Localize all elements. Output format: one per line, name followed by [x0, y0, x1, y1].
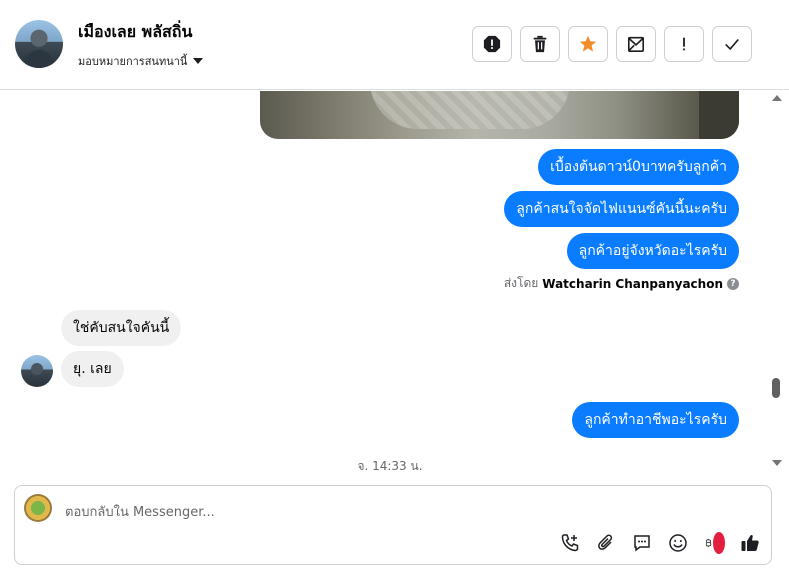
- done-check-icon: [725, 38, 739, 51]
- mark-done-button[interactable]: [712, 26, 752, 62]
- report-spam-button[interactable]: [472, 26, 512, 62]
- chat-bubble-icon: [634, 535, 650, 552]
- phone-add-icon: [561, 534, 579, 552]
- chat-scrollbar[interactable]: [771, 91, 783, 471]
- sent-by-name: Watcharin Chanpanyachon: [542, 276, 723, 291]
- follow-up-icon: [683, 37, 685, 51]
- incoming-message[interactable]: ยุ. เลย: [61, 351, 124, 387]
- star-button[interactable]: [568, 26, 608, 62]
- message-thread: เบื้องต้นดาวน์0บาทครับลูกค้า ลูกค้าสนใจจ…: [0, 91, 789, 480]
- assign-label: มอบหมายการสนทนานี้: [78, 55, 188, 68]
- message-timestamp: จ. 14:33 น.: [357, 459, 423, 473]
- follow-up-button[interactable]: [664, 26, 704, 62]
- mark-unread-button[interactable]: [616, 26, 656, 62]
- page-avatar: [24, 494, 52, 522]
- scroll-down-arrow-icon[interactable]: [772, 460, 782, 466]
- scrollbar-thumb[interactable]: [772, 378, 780, 398]
- call-button[interactable]: [559, 532, 581, 554]
- conversation-header: เมืองเลย พลัสถิ่น มอบหมายการสนทนานี้: [0, 0, 789, 90]
- caret-down-icon: [193, 58, 204, 64]
- outgoing-message[interactable]: ลูกค้าอยู่จังหวัดอะไรครับ: [566, 233, 739, 269]
- conversation-toolbar: [472, 26, 752, 62]
- contact-avatar-small: [21, 355, 53, 387]
- attached-photo[interactable]: [260, 91, 739, 139]
- help-icon[interactable]: ?: [727, 277, 739, 290]
- emoji-button[interactable]: [667, 532, 689, 554]
- contact-avatar[interactable]: [15, 20, 63, 68]
- sent-by-prefix: ส่งโดย: [503, 276, 539, 290]
- outgoing-message[interactable]: เบื้องต้นดาวน์0บาทครับลูกค้า: [538, 149, 739, 185]
- star-icon: [579, 35, 597, 52]
- baht-icon: [706, 538, 712, 548]
- attach-button[interactable]: [595, 532, 617, 554]
- scroll-up-arrow-icon[interactable]: [772, 95, 782, 101]
- thumbs-up-icon: [741, 535, 759, 551]
- assign-conversation-dropdown[interactable]: มอบหมายการสนทนานี้: [78, 52, 204, 70]
- outgoing-message[interactable]: ลูกค้าสนใจจัดไฟแนนซ์คันนี้นะครับ: [504, 191, 739, 227]
- composer-toolbar: [559, 532, 761, 554]
- delete-button[interactable]: [520, 26, 560, 62]
- saved-replies-button[interactable]: [631, 532, 653, 554]
- trash-icon: [533, 35, 547, 53]
- smiley-icon: [669, 534, 687, 552]
- incoming-message[interactable]: ใช่คับสนใจคันนี้: [61, 310, 182, 346]
- report-spam-icon: [483, 35, 501, 53]
- notification-dot: [713, 532, 725, 554]
- sent-by-note: ส่งโดย Watcharin Chanpanyachon ?: [504, 274, 739, 293]
- paperclip-icon: [598, 534, 613, 550]
- payment-button[interactable]: [703, 532, 725, 554]
- contact-name[interactable]: เมืองเลย พลัสถิ่น: [78, 20, 192, 45]
- reply-input[interactable]: ตอบกลับใน Messenger...: [65, 501, 215, 522]
- mark-unread-icon: [627, 36, 645, 53]
- reply-composer[interactable]: ตอบกลับใน Messenger...: [14, 485, 772, 565]
- like-button[interactable]: [739, 532, 761, 554]
- outgoing-message[interactable]: ลูกค้าทำอาชีพอะไรครับ: [572, 402, 739, 438]
